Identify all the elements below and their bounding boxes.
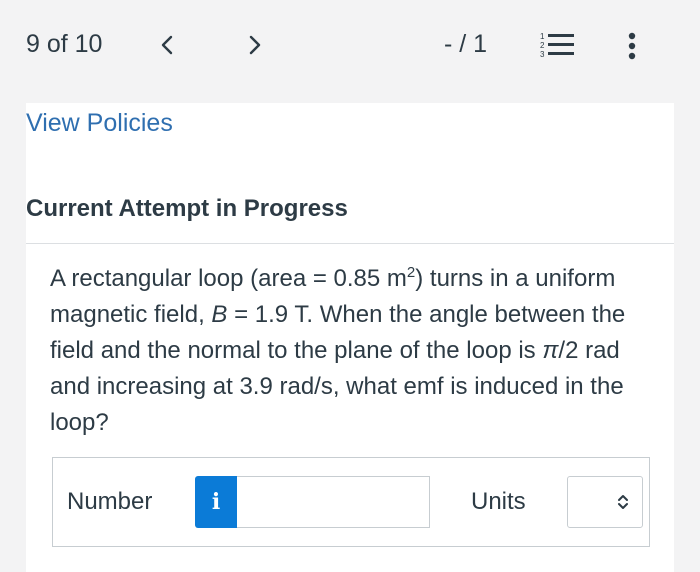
more-vertical-icon [628,32,636,60]
info-icon: i [211,489,221,515]
question-list-button[interactable]: 1 2 3 [538,28,576,62]
attempt-heading: Current Attempt in Progress [26,195,348,222]
variable-b: B [211,301,228,328]
superscript: 2 [406,264,416,281]
number-input[interactable] [237,476,430,528]
select-arrows-icon [618,495,628,509]
units-label: Units [471,488,526,515]
question-text-part: A rectangular loop (area = 0.85 m [50,265,407,292]
question-text: A rectangular loop (area = 0.85 m2) turn… [50,261,650,441]
next-question-button[interactable] [240,28,270,62]
numbered-list-icon: 1 2 3 [540,32,574,59]
svg-text:1: 1 [540,32,545,41]
question-score: - / 1 [444,30,488,58]
question-counter: 9 of 10 [26,30,103,58]
chevron-left-icon [161,35,173,55]
svg-text:3: 3 [540,50,545,59]
number-label: Number [67,488,153,515]
question-panel: View Policies Current Attempt in Progres… [26,103,674,572]
previous-question-button[interactable] [152,28,182,62]
more-options-button[interactable] [622,30,642,64]
info-button[interactable]: i [195,476,237,528]
units-select[interactable] [567,476,643,528]
top-navigation-bar: 9 of 10 - / 1 1 2 3 [0,0,700,100]
svg-text:2: 2 [540,41,545,50]
answer-box: Number i Units [52,457,650,547]
chevron-right-icon [249,35,261,55]
pi-symbol: π [542,337,559,364]
view-policies-link[interactable]: View Policies [26,109,173,138]
divider [26,243,674,244]
